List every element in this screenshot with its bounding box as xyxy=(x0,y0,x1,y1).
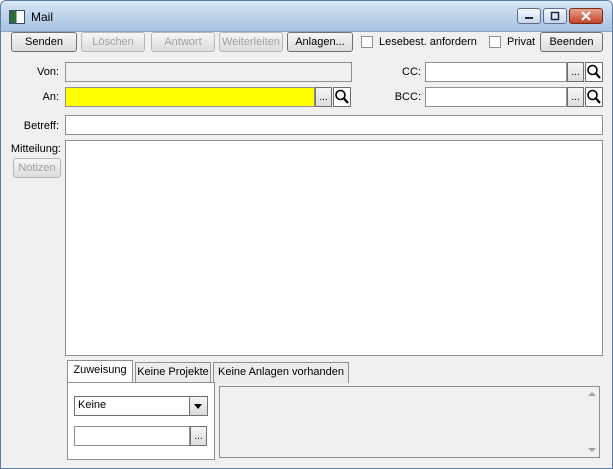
search-icon xyxy=(335,89,349,104)
message-body-textarea[interactable] xyxy=(65,140,603,356)
anlagen-button[interactable]: Anlagen... xyxy=(287,32,353,52)
betreff-label: Betreff: xyxy=(23,120,59,132)
minimize-button[interactable] xyxy=(517,8,541,24)
von-label: Von: xyxy=(36,66,59,78)
loeschen-button[interactable]: Löschen xyxy=(81,32,145,52)
search-icon xyxy=(587,89,601,104)
search-icon xyxy=(587,64,601,79)
cc-field[interactable] xyxy=(425,62,567,82)
beenden-button[interactable]: Beenden xyxy=(540,32,603,52)
cc-search-button[interactable] xyxy=(585,62,603,82)
assignment-field[interactable] xyxy=(74,426,190,446)
cc-browse-button[interactable]: ... xyxy=(567,62,584,82)
betreff-field[interactable] xyxy=(65,115,603,135)
close-button[interactable] xyxy=(569,8,603,24)
bcc-browse-button[interactable]: ... xyxy=(567,87,584,107)
bcc-label: BCC: xyxy=(394,91,421,103)
title-bar[interactable]: Mail xyxy=(1,1,612,32)
von-field[interactable] xyxy=(65,62,352,82)
tab-anlagen[interactable]: Keine Anlagen vorhanden xyxy=(213,362,349,383)
tab-projekte[interactable]: Keine Projekte xyxy=(135,362,211,383)
cc-label: CC: xyxy=(402,66,421,78)
mitteilung-label: Mitteilung: xyxy=(10,143,61,155)
an-label: An: xyxy=(42,91,59,103)
privat-checkbox[interactable] xyxy=(489,36,501,48)
tab-panel-zuweisung xyxy=(67,382,215,460)
maximize-icon xyxy=(550,11,560,21)
mail-window: Mail Senden Löschen Antwort Weiterleiten… xyxy=(0,0,613,469)
close-icon xyxy=(581,11,591,21)
assignment-select-value: Keine xyxy=(78,399,107,411)
lesebest-label: Lesebest. anfordern xyxy=(379,36,477,48)
tab-zuweisung[interactable]: Zuweisung xyxy=(67,360,133,384)
an-search-button[interactable] xyxy=(333,87,351,107)
notes-scrollbar[interactable] xyxy=(585,387,599,457)
window-title: Mail xyxy=(31,10,54,24)
scroll-down-icon[interactable] xyxy=(588,448,596,452)
an-field[interactable] xyxy=(65,87,315,107)
assignment-select[interactable]: Keine xyxy=(74,396,208,416)
lesebest-checkbox[interactable] xyxy=(361,36,373,48)
bcc-field[interactable] xyxy=(425,87,567,107)
notes-area[interactable] xyxy=(219,386,600,458)
antwort-button[interactable]: Antwort xyxy=(151,32,215,52)
privat-label: Privat xyxy=(507,36,536,48)
app-icon xyxy=(9,10,25,24)
notizen-button[interactable]: Notizen xyxy=(13,158,61,178)
an-browse-button[interactable]: ... xyxy=(315,87,332,107)
bcc-search-button[interactable] xyxy=(585,87,603,107)
maximize-button[interactable] xyxy=(543,8,567,24)
chevron-down-icon[interactable] xyxy=(189,397,207,415)
minimize-icon xyxy=(525,17,533,19)
assignment-browse-button[interactable]: ... xyxy=(190,426,207,446)
weiterleiten-button[interactable]: Weiterleiten xyxy=(219,32,283,52)
scroll-up-icon[interactable] xyxy=(588,392,596,396)
senden-button[interactable]: Senden xyxy=(11,32,77,52)
